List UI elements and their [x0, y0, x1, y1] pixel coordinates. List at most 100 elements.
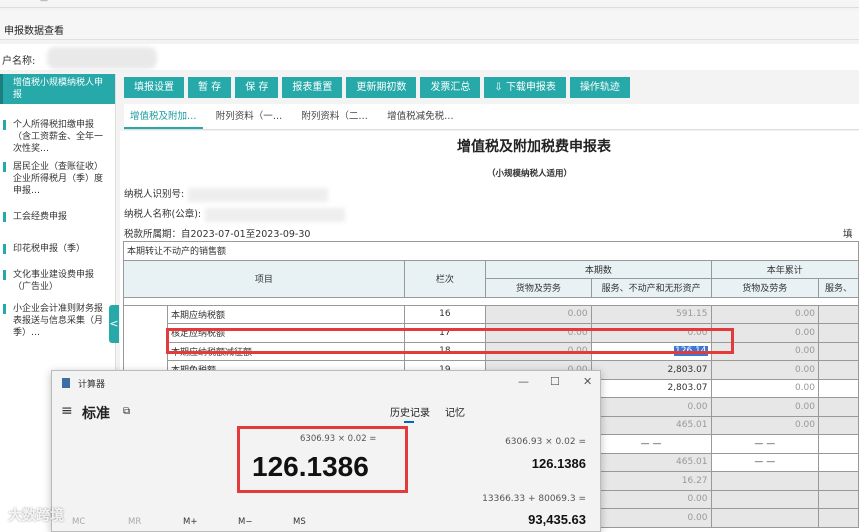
reset-form-button[interactable]: 报表重置	[282, 77, 343, 98]
col-services-ytd-header: 服务、	[818, 278, 859, 298]
sidebar-item-culture-fee[interactable]: 文化事业建设费申报（广告业）	[0, 266, 115, 296]
sidebar-collapse-button[interactable]: <	[109, 305, 119, 343]
row-goods-ytd-value[interactable]: — —	[710, 434, 820, 454]
row-services-ytd-value[interactable]	[818, 397, 859, 417]
sidebar-item-label: 工会经费申报	[13, 212, 68, 222]
active-tab-indicator	[404, 421, 414, 423]
tab-memory[interactable]: 记忆	[445, 404, 465, 419]
download-label: 下载申报表	[505, 82, 556, 93]
row-services-value[interactable]: 16.27	[590, 471, 712, 491]
row-goods-ytd-value[interactable]: 0.00	[710, 378, 820, 398]
row-services-ytd-value[interactable]	[818, 323, 859, 343]
row-goods-ytd-value[interactable]	[710, 508, 820, 528]
mr-button[interactable]: MR	[128, 517, 141, 527]
taxpayer-name-form-label: 纳税人名称(公章):	[124, 209, 202, 220]
row-services-ytd-value[interactable]	[818, 360, 859, 380]
row-goods-ytd-value[interactable]: 0.00	[710, 397, 820, 417]
sidebar-item-financial-report[interactable]: 小企业会计准则财务报表报送与信息采集（月季）…	[0, 300, 115, 342]
redacted-name	[46, 47, 157, 69]
row-services-ytd-value[interactable]	[818, 489, 859, 509]
operation-log-button[interactable]: 操作轨迹	[569, 77, 630, 98]
item-marker	[3, 270, 6, 280]
history-value[interactable]: 126.1386	[532, 456, 586, 471]
invoice-summary-button[interactable]: 发票汇总	[420, 77, 481, 98]
row-services-ytd-value[interactable]	[818, 434, 859, 454]
minimize-icon[interactable]: —	[518, 375, 529, 388]
row-services-ytd-value[interactable]	[818, 304, 859, 324]
item-marker	[3, 304, 6, 314]
history-expr[interactable]: 6306.93 × 0.02 =	[505, 437, 586, 447]
row-goods-ytd-value[interactable]	[710, 489, 820, 509]
row-services-ytd-value[interactable]	[818, 452, 859, 472]
row-services-value[interactable]: 0.00	[590, 508, 712, 528]
redacted-id	[188, 187, 329, 202]
col-current-header: 本期数	[485, 259, 712, 279]
tab-schedule-2[interactable]: 附列资料（二…	[295, 104, 374, 129]
download-form-button[interactable]: ⇩ 下载申报表	[484, 77, 566, 98]
row-services-value[interactable]: 0.00	[590, 397, 712, 417]
row-goods-ytd-value[interactable]: 0.00	[710, 304, 820, 324]
close-icon[interactable]: ✕	[583, 375, 592, 388]
fill-settings-button[interactable]: 填报设置	[124, 77, 184, 98]
sidebar-item-cit[interactable]: 居民企业（查账征收）企业所得税月（季）度申报…	[0, 158, 115, 200]
sidebar-item-label: 个人所得税扣缴申报（含工资薪金、全年一次性奖…	[13, 120, 104, 154]
row-services-ytd-value[interactable]	[818, 508, 859, 528]
maximize-icon[interactable]: ☐	[550, 375, 560, 388]
update-opening-button[interactable]: 更新期初数	[346, 77, 417, 98]
row-goods-ytd-value[interactable]: — —	[710, 452, 820, 472]
partial-row-label: 本期转让不动产的销售额	[123, 241, 859, 261]
m-minus-button[interactable]: M−	[238, 517, 252, 527]
sidebar-item-label: 印花税申报（季）	[13, 244, 86, 254]
item-marker	[3, 120, 6, 130]
sidebar-item-iit[interactable]: 个人所得税扣缴申报（含工资薪金、全年一次性奖…	[0, 116, 115, 158]
spacer-row	[123, 296, 859, 306]
temp-save-button[interactable]: 暂 存	[188, 77, 232, 98]
row-goods-ytd-value[interactable]: 0.00	[710, 360, 820, 380]
row-services-ytd-value[interactable]	[818, 341, 859, 361]
tax-period: 税款所属期：自2023-07-01至2023-09-30	[124, 229, 311, 240]
menu-icon[interactable]: ≡	[61, 403, 73, 419]
taxpayer-name-row: 户名称:	[0, 44, 859, 70]
row-goods-ytd-value[interactable]	[710, 471, 820, 491]
row-services-ytd-value[interactable]	[818, 471, 859, 491]
table-row: 二、税款 本期应纳税额 16 0.00 591.15 0.00	[123, 304, 859, 528]
toolbar: 填报设置暂 存保 存报表重置 更新期初数 发票汇总 ⇩ 下载申报表 操作轨迹	[124, 77, 634, 99]
highlight-annotation-result	[237, 426, 408, 493]
row-services-value[interactable]: 2,803.07	[590, 378, 712, 398]
row-services-value[interactable]: 591.15	[590, 304, 712, 324]
row-item: 本期应纳税额	[166, 304, 405, 324]
tab-vat-reduction[interactable]: 增值税减免税…	[381, 104, 460, 129]
sidebar-item-stamp-duty[interactable]: 印花税申报（季）	[0, 240, 115, 258]
history-value[interactable]: 93,435.63	[528, 512, 586, 527]
watermark: 大数跨境	[8, 508, 64, 524]
mc-button[interactable]: MC	[72, 517, 85, 527]
taxpayer-name-form-row: 纳税人名称(公章):	[124, 206, 346, 222]
tab-schedule-1[interactable]: 附列资料（一…	[210, 104, 289, 129]
browser-bookmarks-bar: —	[0, 0, 859, 8]
m-plus-button[interactable]: M+	[183, 517, 197, 527]
row-services-value[interactable]: 465.01	[590, 415, 712, 435]
ms-button[interactable]: MS	[293, 517, 306, 527]
tab-vat-main[interactable]: 增值税及附加…	[124, 104, 203, 129]
sidebar-item-vat-small[interactable]: 增值税小规模纳税人申报	[0, 74, 115, 104]
keep-on-top-icon[interactable]: ⧉	[123, 406, 130, 417]
col-goods-header: 货物及劳务	[485, 278, 592, 298]
row-services-ytd-value[interactable]	[818, 415, 859, 435]
col-ytd-header: 本年累计	[710, 259, 859, 279]
download-icon: ⇩	[494, 82, 506, 93]
item-marker	[3, 244, 6, 254]
save-button[interactable]: 保 存	[235, 77, 279, 98]
history-expr[interactable]: 13366.33 + 80069.3 =	[482, 494, 586, 504]
row-goods-value[interactable]: 0.00	[485, 304, 592, 324]
row-goods-ytd-value[interactable]: 0.00	[710, 415, 820, 435]
sidebar-item-label: 增值税小规模纳税人申报	[13, 78, 104, 100]
row-services-value[interactable]: 0.00	[590, 489, 712, 509]
row-services-value[interactable]: — —	[590, 434, 712, 454]
tab-history[interactable]: 历史记录	[390, 404, 430, 419]
redacted-name-form	[205, 207, 346, 222]
row-services-ytd-value[interactable]	[818, 378, 859, 398]
sidebar-item-union-fee[interactable]: 工会经费申报	[0, 208, 115, 226]
row-services-value[interactable]: 2,803.07	[590, 360, 712, 380]
row-services-value[interactable]: 465.01	[590, 452, 712, 472]
form-subtitle: （小规模纳税人适用）	[487, 169, 573, 179]
